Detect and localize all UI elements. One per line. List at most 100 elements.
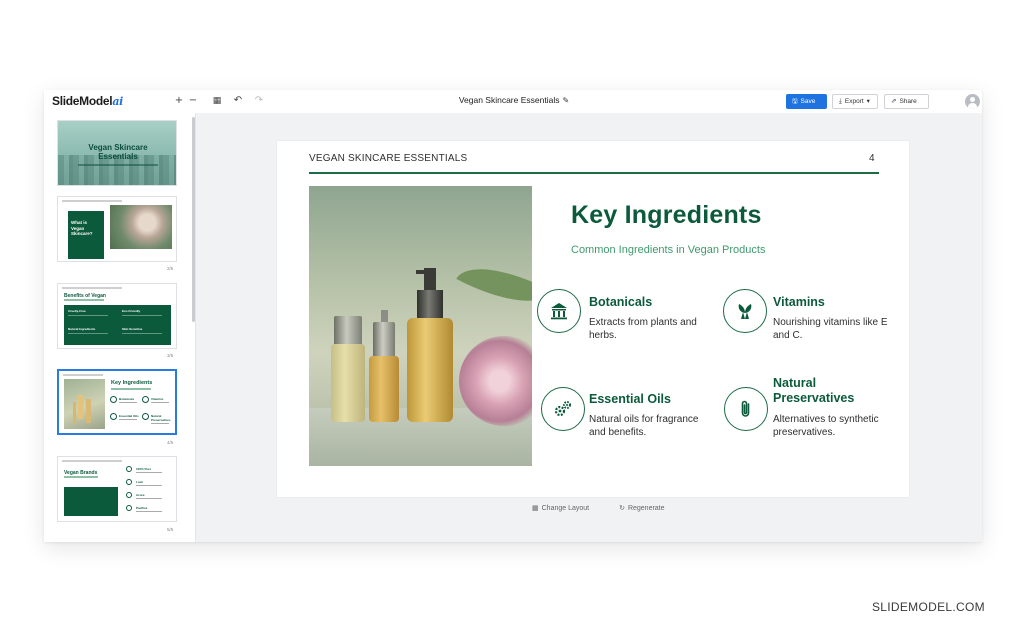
thumb-feature-icon (142, 413, 149, 420)
share-label: Share (899, 98, 917, 105)
thumb-title: What is Vegan Skincare? (71, 220, 93, 236)
slide-page-number: 4 (869, 153, 875, 164)
thumb-header-line (62, 460, 122, 462)
thumb-page-number: 5/5 (167, 527, 174, 532)
thumb-bottles-image (64, 379, 105, 429)
app-logo[interactable]: SlideModelai (52, 94, 123, 108)
skincare-bottles-image[interactable] (309, 186, 532, 466)
save-button[interactable]: 🖫 Save (786, 94, 827, 109)
thumb-text-line (136, 485, 162, 486)
feature-description-line: Alternatives to synthetic (773, 414, 879, 425)
thumb-green-panel (64, 487, 118, 516)
sidebar-scrollbar[interactable] (192, 117, 195, 322)
document-title[interactable]: Vegan Skincare Essentials ✎ (424, 95, 604, 105)
feature-title-line: Preservatives (773, 391, 855, 405)
thumb-text-line (68, 315, 108, 316)
thumb-subtitle-line (78, 164, 158, 166)
slide-thumbnail-3[interactable]: Benefits of Vegan Cruelty-Free Eco-Frien… (57, 283, 177, 349)
feature-title[interactable]: Natural Preservatives (773, 376, 854, 406)
thumb-page-number: 4/5 (167, 440, 174, 445)
edit-title-icon[interactable]: ✎ (562, 96, 569, 105)
feature-description-line: Natural oils for fragrance (589, 414, 699, 425)
thumb-text-line (119, 402, 137, 403)
thumb-header-line (62, 200, 122, 202)
thumb-text-line (151, 423, 169, 424)
thumb-cell: Eco-Friendly (122, 309, 141, 313)
top-toolbar: SlideModelai + − ▦ ↶ ↷ Vegan Skincare Es… (44, 90, 982, 113)
grid-view-icon[interactable]: ▦ (210, 94, 224, 108)
feature-description-line: Extracts from plants and (589, 317, 697, 328)
slide-header[interactable]: VEGAN SKINCARE ESSENTIALS (309, 153, 467, 164)
save-icon: 🖫 (792, 97, 798, 105)
thumb-feature-label: Vitamins (151, 397, 164, 401)
feature-description-line: and C. (773, 330, 803, 341)
feature-title[interactable]: Botanicals (589, 295, 652, 310)
slide-thumbnail-4-active[interactable]: Key Ingredients Botanicals Vitamins Esse… (57, 369, 177, 435)
thumb-text-line (136, 511, 162, 512)
slide-thumbnail-5[interactable]: Vegan Brands 100% Pure Lush Acure Pacifi… (57, 456, 177, 522)
logo-text: SlideModel (52, 94, 113, 108)
feature-description[interactable]: Alternatives to synthetic preservatives. (773, 413, 879, 439)
header-divider (309, 172, 879, 174)
thumb-feature-icon (110, 396, 117, 403)
document-title-text: Vegan Skincare Essentials (458, 95, 560, 105)
thumb-page-number: 3/5 (167, 353, 174, 358)
redo-icon[interactable]: ↷ (252, 94, 266, 108)
thumb-cell: Natural Ingredients (68, 327, 96, 331)
feature-description-line: preservatives. (773, 427, 836, 438)
slide-subtitle[interactable]: Common Ingredients in Vegan Products (571, 244, 765, 256)
thumb-face-image (110, 205, 172, 249)
thumb-subtitle-line (64, 476, 98, 478)
slide-thumbnails-panel: Vegan Skincare Essentials What is Vegan … (44, 113, 196, 542)
thumb-text-line (122, 333, 162, 334)
watermark: SLIDEMODEL.COM (872, 600, 985, 614)
thumb-feature-icon (142, 396, 149, 403)
thumb-feature-icon (126, 492, 132, 498)
regenerate-label: Regenerate (627, 505, 665, 512)
share-icon: ⇗ (891, 97, 897, 105)
thumb-title: Key Ingredients (111, 380, 153, 386)
slide-title[interactable]: Key Ingredients (571, 201, 762, 230)
feature-title[interactable]: Vitamins (773, 295, 825, 310)
remove-slide-icon[interactable]: − (186, 94, 200, 108)
thumb-header-line (63, 374, 103, 376)
layout-icon: ▦ (532, 504, 539, 512)
thumb-subtitle-line (64, 299, 104, 301)
feature-description-line: herbs. (589, 330, 617, 341)
thumb-subtitle-line (111, 388, 151, 390)
photo-bottle (331, 344, 365, 422)
feature-description[interactable]: Extracts from plants and herbs. (589, 316, 697, 342)
thumb-feature-icon (110, 413, 117, 420)
regenerate-button[interactable]: ↻ Regenerate (619, 504, 678, 512)
user-avatar[interactable] (965, 94, 980, 109)
thumb-cell: Skin Sensitive (122, 327, 143, 331)
screenshot-stage: SlideModelai + − ▦ ↶ ↷ Vegan Skincare Es… (0, 0, 1024, 634)
slide-thumbnail-1[interactable]: Vegan Skincare Essentials (57, 120, 177, 186)
slide-thumbnail-2[interactable]: What is Vegan Skincare? (57, 196, 177, 262)
plant-icon (723, 289, 767, 333)
thumb-text-line (151, 402, 169, 403)
thumb-cell: Cruelty-Free (68, 309, 86, 313)
add-slide-icon[interactable]: + (172, 94, 186, 108)
change-layout-label: Change Layout (541, 505, 590, 512)
thumb-feature-label: Lush (136, 480, 144, 484)
thumb-green-panel: Cruelty-Free Eco-Friendly Natural Ingred… (64, 305, 171, 345)
change-layout-button[interactable]: ▦ Change Layout (532, 504, 603, 512)
feature-title-line: Natural (773, 376, 817, 390)
feature-description[interactable]: Natural oils for fragrance and benefits. (589, 413, 699, 439)
export-button[interactable]: ⤓ Export ▾ (832, 94, 878, 109)
feature-title[interactable]: Essential Oils (589, 392, 671, 407)
thumb-feature-label: Pacifica (136, 506, 148, 510)
thumb-text-line (136, 472, 162, 473)
feature-description[interactable]: Nourishing vitamins like E and C. (773, 316, 888, 342)
thumb-text-line (136, 498, 162, 499)
undo-icon[interactable]: ↶ (231, 94, 245, 108)
slide-canvas[interactable]: VEGAN SKINCARE ESSENTIALS 4 Key Ingredie… (277, 141, 909, 497)
thumb-page-number: 2/5 (167, 266, 174, 271)
feature-description-line: Nourishing vitamins like E (773, 317, 888, 328)
photo-leaf (456, 248, 532, 322)
share-button[interactable]: ⇗ Share (884, 94, 929, 109)
refresh-icon: ↻ (619, 504, 625, 512)
thumb-feature-label: Essential Oils (119, 414, 139, 418)
photo-bottle-cap (417, 290, 443, 320)
